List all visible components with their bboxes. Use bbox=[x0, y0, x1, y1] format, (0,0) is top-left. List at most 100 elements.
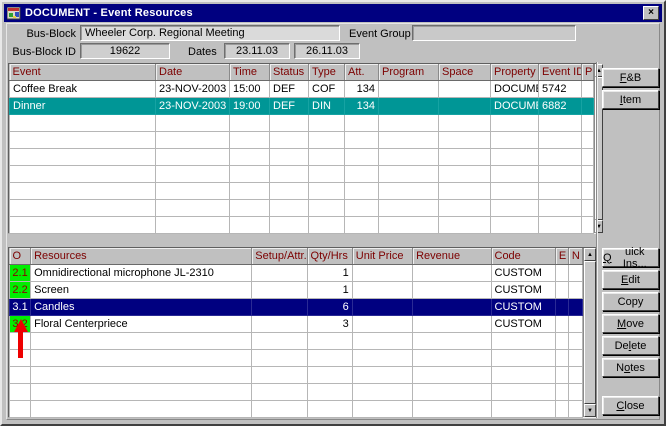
cell-empty[interactable] bbox=[345, 216, 379, 233]
cell-type[interactable]: COF bbox=[309, 80, 345, 97]
cell-empty[interactable] bbox=[156, 148, 230, 165]
bus-block-field[interactable]: Wheeler Corp. Regional Meeting bbox=[80, 25, 340, 41]
cell-empty[interactable] bbox=[582, 216, 594, 233]
cell-empty[interactable] bbox=[555, 349, 568, 366]
cell-empty[interactable] bbox=[568, 332, 582, 349]
cell-empty[interactable] bbox=[156, 199, 230, 216]
cell-empty[interactable] bbox=[568, 383, 582, 400]
event-row-selected[interactable]: Dinner23-NOV-200319:00DEFDIN134DOCUMENT6… bbox=[10, 97, 594, 114]
delete-button[interactable]: Delete bbox=[602, 336, 659, 355]
cell-empty[interactable] bbox=[309, 148, 345, 165]
cell-empty[interactable] bbox=[568, 366, 582, 383]
cell-empty[interactable] bbox=[379, 114, 439, 131]
cell-empty[interactable] bbox=[555, 383, 568, 400]
cell-empty[interactable] bbox=[10, 131, 156, 148]
cell-event[interactable]: Coffee Break bbox=[10, 80, 156, 97]
cell-empty[interactable] bbox=[439, 114, 491, 131]
cell-empty[interactable] bbox=[10, 383, 31, 400]
cell-unit_price[interactable] bbox=[352, 264, 412, 281]
cell-empty[interactable] bbox=[379, 182, 439, 199]
cell-n[interactable] bbox=[568, 281, 582, 298]
cell-empty[interactable] bbox=[309, 199, 345, 216]
cell-empty[interactable] bbox=[352, 332, 412, 349]
cell-empty[interactable] bbox=[491, 165, 539, 182]
cell-empty[interactable] bbox=[156, 114, 230, 131]
titlebar-close-button[interactable]: × bbox=[643, 6, 659, 20]
cell-o[interactable]: 3.1 bbox=[10, 298, 31, 315]
cell-empty[interactable] bbox=[491, 114, 539, 131]
cell-empty[interactable] bbox=[307, 349, 352, 366]
cell-empty[interactable] bbox=[413, 332, 491, 349]
cell-empty[interactable] bbox=[345, 182, 379, 199]
cell-empty[interactable] bbox=[379, 148, 439, 165]
cell-empty[interactable] bbox=[156, 165, 230, 182]
cell-empty[interactable] bbox=[491, 131, 539, 148]
cell-unit_price[interactable] bbox=[352, 315, 412, 332]
cell-empty[interactable] bbox=[379, 216, 439, 233]
cell-empty[interactable] bbox=[345, 114, 379, 131]
cell-empty[interactable] bbox=[307, 383, 352, 400]
cell-property[interactable]: DOCUMENT bbox=[491, 80, 539, 97]
cell-empty[interactable] bbox=[156, 216, 230, 233]
cell-setup[interactable] bbox=[252, 315, 307, 332]
cell-qty[interactable]: 1 bbox=[307, 264, 352, 281]
cell-empty[interactable] bbox=[307, 366, 352, 383]
cell-empty[interactable] bbox=[539, 199, 582, 216]
cell-empty[interactable] bbox=[345, 165, 379, 182]
cell-empty[interactable] bbox=[439, 216, 491, 233]
cell-program[interactable] bbox=[379, 80, 439, 97]
cell-empty[interactable] bbox=[309, 182, 345, 199]
cell-empty[interactable] bbox=[10, 182, 156, 199]
cell-empty[interactable] bbox=[31, 366, 252, 383]
cell-date[interactable]: 23-NOV-2003 bbox=[156, 80, 230, 97]
cell-revenue[interactable] bbox=[413, 298, 491, 315]
cell-unit_price[interactable] bbox=[352, 281, 412, 298]
cell-empty[interactable] bbox=[230, 114, 270, 131]
cell-empty[interactable] bbox=[379, 131, 439, 148]
event-row-empty[interactable] bbox=[10, 216, 594, 233]
event-row-empty[interactable] bbox=[10, 131, 594, 148]
cell-empty[interactable] bbox=[270, 216, 309, 233]
cell-o[interactable]: 2.1 bbox=[10, 264, 31, 281]
cell-setup[interactable] bbox=[252, 298, 307, 315]
quick-ins-button[interactable]: Quick Ins... bbox=[602, 248, 659, 267]
cell-empty[interactable] bbox=[439, 199, 491, 216]
cell-empty[interactable] bbox=[491, 366, 555, 383]
resource-row[interactable]: 2.2Screen1CUSTOM bbox=[10, 281, 583, 298]
cell-empty[interactable] bbox=[10, 199, 156, 216]
resource-row-empty[interactable] bbox=[10, 366, 583, 383]
cell-empty[interactable] bbox=[270, 131, 309, 148]
cell-empty[interactable] bbox=[156, 131, 230, 148]
cell-empty[interactable] bbox=[31, 332, 252, 349]
cell-empty[interactable] bbox=[539, 165, 582, 182]
resources-scrollbar-thumb[interactable] bbox=[584, 261, 596, 404]
cell-empty[interactable] bbox=[539, 182, 582, 199]
cell-empty[interactable] bbox=[252, 332, 307, 349]
cell-resource[interactable]: Screen bbox=[31, 281, 252, 298]
cell-empty[interactable] bbox=[270, 182, 309, 199]
cell-empty[interactable] bbox=[230, 216, 270, 233]
cell-empty[interactable] bbox=[352, 383, 412, 400]
cell-empty[interactable] bbox=[270, 114, 309, 131]
cell-empty[interactable] bbox=[491, 182, 539, 199]
cell-empty[interactable] bbox=[491, 332, 555, 349]
cell-qty[interactable]: 3 bbox=[307, 315, 352, 332]
cell-property[interactable]: DOCUMENT bbox=[491, 97, 539, 114]
cell-o[interactable]: 2.2 bbox=[10, 281, 31, 298]
cell-n[interactable] bbox=[568, 264, 582, 281]
cell-space[interactable] bbox=[439, 80, 491, 97]
cell-setup[interactable] bbox=[252, 281, 307, 298]
item-button[interactable]: Item bbox=[602, 90, 659, 109]
cell-time[interactable]: 15:00 bbox=[230, 80, 270, 97]
cell-qty[interactable]: 6 bbox=[307, 298, 352, 315]
cell-resource[interactable]: Candles bbox=[31, 298, 252, 315]
cell-type[interactable]: DIN bbox=[309, 97, 345, 114]
cell-empty[interactable] bbox=[568, 400, 582, 417]
cell-empty[interactable] bbox=[230, 148, 270, 165]
cell-empty[interactable] bbox=[10, 216, 156, 233]
cell-empty[interactable] bbox=[352, 349, 412, 366]
cell-empty[interactable] bbox=[10, 400, 31, 417]
cell-empty[interactable] bbox=[252, 366, 307, 383]
cell-empty[interactable] bbox=[345, 131, 379, 148]
cell-empty[interactable] bbox=[156, 182, 230, 199]
